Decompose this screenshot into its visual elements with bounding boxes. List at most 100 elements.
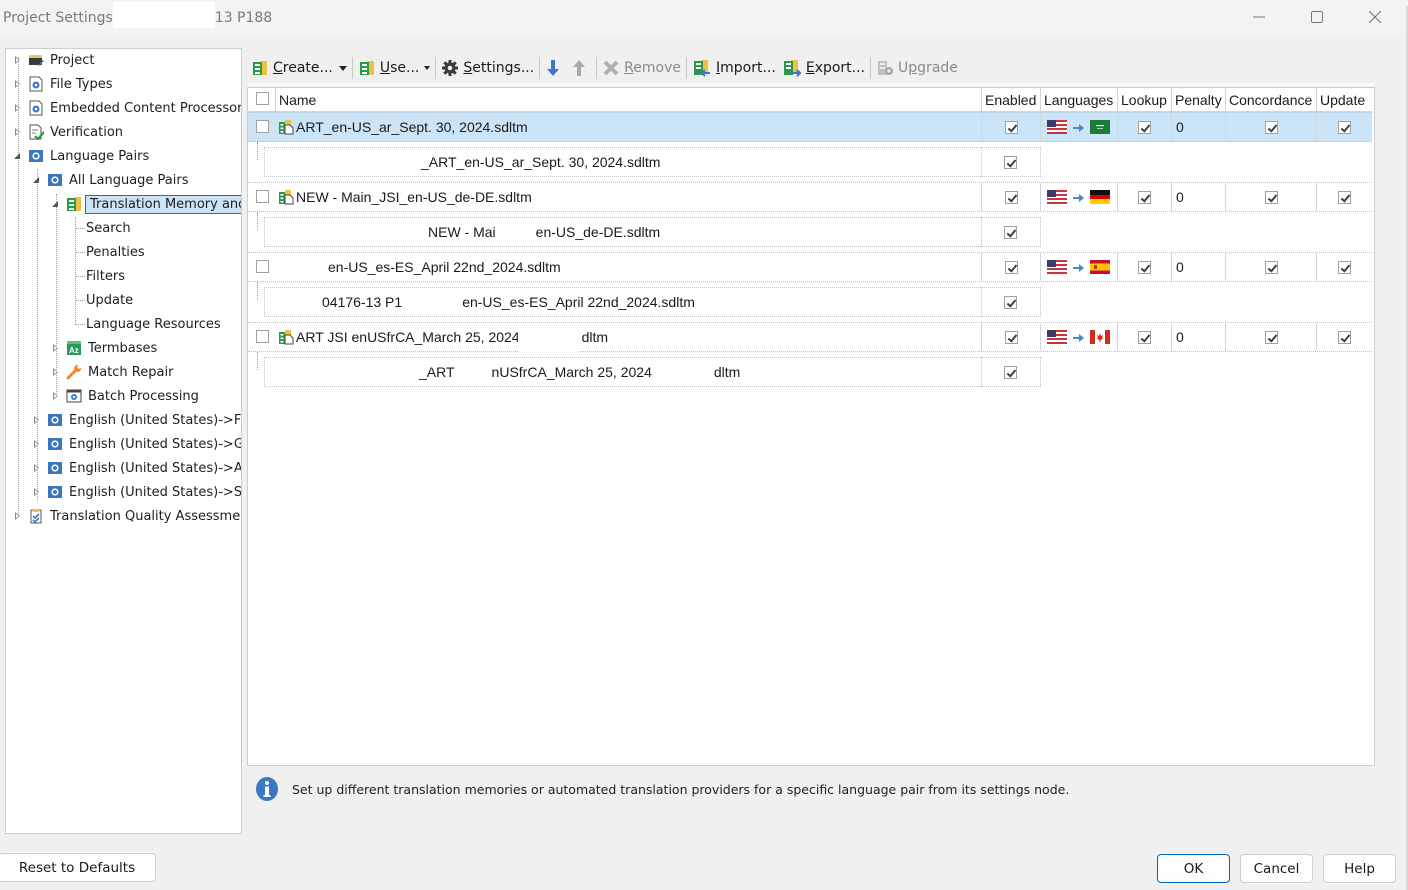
tm-child-row[interactable]: _ART nUSfrCA_March 25, 2024 dltm <box>248 352 1372 387</box>
child-enabled-checkbox[interactable] <box>1004 295 1017 309</box>
column-header-lookup[interactable]: Lookup <box>1117 88 1171 112</box>
verification-icon <box>28 124 45 141</box>
expand-arrow-icon[interactable] <box>33 439 41 449</box>
expand-arrow-icon[interactable] <box>14 79 22 89</box>
tm-grid[interactable]: Name Enabled Languages Lookup Penalty Co… <box>247 87 1375 766</box>
tree-item-english-united-states-fr[interactable]: English (United States)->Fr <box>33 409 241 431</box>
tree-item-search[interactable]: Search <box>86 217 131 239</box>
enabled-checkbox[interactable] <box>1004 190 1018 204</box>
tree-item-project[interactable]: Project <box>14 49 94 71</box>
reset-to-defaults-button[interactable]: Reset to Defaults <box>0 853 156 882</box>
create-button[interactable]: Create... <box>248 59 350 77</box>
tm-child-row[interactable]: NEW - Mai en-US_de-DE.sdltm <box>248 212 1372 247</box>
update-checkbox[interactable] <box>1338 260 1351 274</box>
collapse-arrow-icon[interactable] <box>14 152 22 161</box>
expand-arrow-icon[interactable] <box>14 103 22 113</box>
expand-arrow-icon[interactable] <box>14 511 22 521</box>
tree-item-english-united-states-sp[interactable]: English (United States)->Sp <box>33 481 241 503</box>
concordance-checkbox[interactable] <box>1264 330 1278 344</box>
cancel-button[interactable]: Cancel <box>1240 854 1313 883</box>
child-enabled-checkbox[interactable] <box>1004 225 1017 239</box>
enabled-checkbox[interactable] <box>1004 260 1018 274</box>
tm-row[interactable]: en-US_es-ES_April 22nd_2024.sdltm 0 <box>248 252 1372 282</box>
concordance-checkbox[interactable] <box>1264 190 1278 204</box>
penalty-cell[interactable]: 0 <box>1171 323 1225 351</box>
tree-item-match-repair[interactable]: Match Repair <box>52 361 173 383</box>
column-header-update[interactable]: Update <box>1316 88 1372 112</box>
minimize-button[interactable] <box>1230 0 1288 34</box>
penalty-cell[interactable]: 0 <box>1171 183 1225 211</box>
select-all-checkbox[interactable] <box>256 92 269 105</box>
create-dropdown-arrow[interactable] <box>338 65 347 71</box>
use-button[interactable]: Use... <box>355 59 434 77</box>
row-select-checkbox[interactable] <box>256 260 269 273</box>
column-header-name[interactable]: Name <box>275 88 981 112</box>
tree-item-all-language-pairs[interactable]: All Language Pairs <box>33 169 189 191</box>
settings-tree[interactable]: Project File Types Embedded Content Proces… <box>5 48 242 834</box>
expand-arrow-icon[interactable] <box>33 415 41 425</box>
tm-child-row[interactable]: _ART_en-US_ar_Sept. 30, 2024.sdltm <box>248 142 1372 177</box>
row-select-checkbox[interactable] <box>256 330 269 343</box>
tree-item-verification[interactable]: Verification <box>14 121 123 143</box>
tree-item-termbases[interactable]: Az Termbases <box>52 337 157 359</box>
penalty-cell[interactable]: 0 <box>1171 253 1225 281</box>
update-checkbox[interactable] <box>1338 190 1351 204</box>
update-checkbox[interactable] <box>1338 120 1351 134</box>
collapse-arrow-icon[interactable] <box>52 200 60 209</box>
tree-item-translation-quality-assessmen[interactable]: Translation Quality Assessmen <box>14 505 241 527</box>
child-enabled-checkbox[interactable] <box>1004 365 1017 379</box>
tree-item-language-resources[interactable]: Language Resources <box>86 313 221 335</box>
settings-button[interactable]: Settings... <box>438 59 537 77</box>
upgrade-button[interactable]: Upgrade <box>873 59 961 77</box>
ok-button[interactable]: OK <box>1157 854 1230 883</box>
move-down-button[interactable] <box>542 59 568 77</box>
expand-arrow-icon[interactable] <box>33 463 41 473</box>
tree-item-english-united-states-ge[interactable]: English (United States)->Ge <box>33 433 241 455</box>
tree-item-penalties[interactable]: Penalties <box>86 241 145 263</box>
expand-arrow-icon[interactable] <box>52 367 60 377</box>
concordance-checkbox[interactable] <box>1264 120 1278 134</box>
tree-item-batch-processing[interactable]: Batch Processing <box>52 385 199 407</box>
child-enabled-checkbox[interactable] <box>1004 155 1017 169</box>
column-header-concordance[interactable]: Concordance <box>1225 88 1316 112</box>
expand-arrow-icon[interactable] <box>14 55 22 65</box>
move-up-button[interactable] <box>568 59 594 77</box>
lookup-checkbox[interactable] <box>1138 330 1151 344</box>
tree-item-translation-memory-and[interactable]: Translation Memory and <box>52 193 241 215</box>
close-button[interactable] <box>1346 0 1404 34</box>
penalty-cell[interactable]: 0 <box>1171 113 1225 141</box>
column-header-penalty[interactable]: Penalty <box>1171 88 1225 112</box>
tree-item-english-united-states-ar[interactable]: English (United States)->Ar <box>33 457 241 479</box>
maximize-button[interactable] <box>1288 0 1346 34</box>
tree-item-filters[interactable]: Filters <box>86 265 125 287</box>
collapse-arrow-icon[interactable] <box>33 176 41 185</box>
lookup-checkbox[interactable] <box>1138 260 1151 274</box>
column-header-enabled[interactable]: Enabled <box>981 88 1040 112</box>
lookup-checkbox[interactable] <box>1138 120 1151 134</box>
expand-arrow-icon[interactable] <box>14 127 22 137</box>
help-button[interactable]: Help <box>1323 854 1396 883</box>
row-select-checkbox[interactable] <box>256 190 269 203</box>
row-select-checkbox[interactable] <box>256 120 269 133</box>
tree-item-update[interactable]: Update <box>86 289 133 311</box>
use-dropdown-arrow[interactable] <box>424 66 431 70</box>
tm-row[interactable]: ART JSI enUSfrCA_March 25, 2024 dltm 0 <box>248 322 1372 352</box>
tm-row[interactable]: NEW - Main_JSI_en-US_de-DE.sdltm 0 <box>248 182 1372 212</box>
lookup-checkbox[interactable] <box>1138 190 1151 204</box>
column-header-languages[interactable]: Languages <box>1040 88 1117 112</box>
expand-arrow-icon[interactable] <box>52 391 60 401</box>
enabled-checkbox[interactable] <box>1004 120 1018 134</box>
import-button[interactable]: Import... <box>689 59 779 77</box>
enabled-checkbox[interactable] <box>1004 330 1018 344</box>
tree-item-file-types[interactable]: File Types <box>14 73 113 95</box>
tree-item-language-pairs[interactable]: Language Pairs <box>14 145 149 167</box>
remove-button[interactable]: Remove <box>599 59 684 77</box>
update-checkbox[interactable] <box>1338 330 1351 344</box>
concordance-checkbox[interactable] <box>1264 260 1278 274</box>
export-button[interactable]: Export... <box>779 59 868 77</box>
expand-arrow-icon[interactable] <box>52 343 60 353</box>
expand-arrow-icon[interactable] <box>33 487 41 497</box>
tree-item-embedded-content-processor[interactable]: Embedded Content Processor <box>14 97 241 119</box>
tm-row[interactable]: ART_en-US_ar_Sept. 30, 2024.sdltm 0 <box>248 112 1372 142</box>
tm-child-row[interactable]: 04176-13 P1 en-US_es-ES_April 22nd_2024.s… <box>248 282 1372 317</box>
